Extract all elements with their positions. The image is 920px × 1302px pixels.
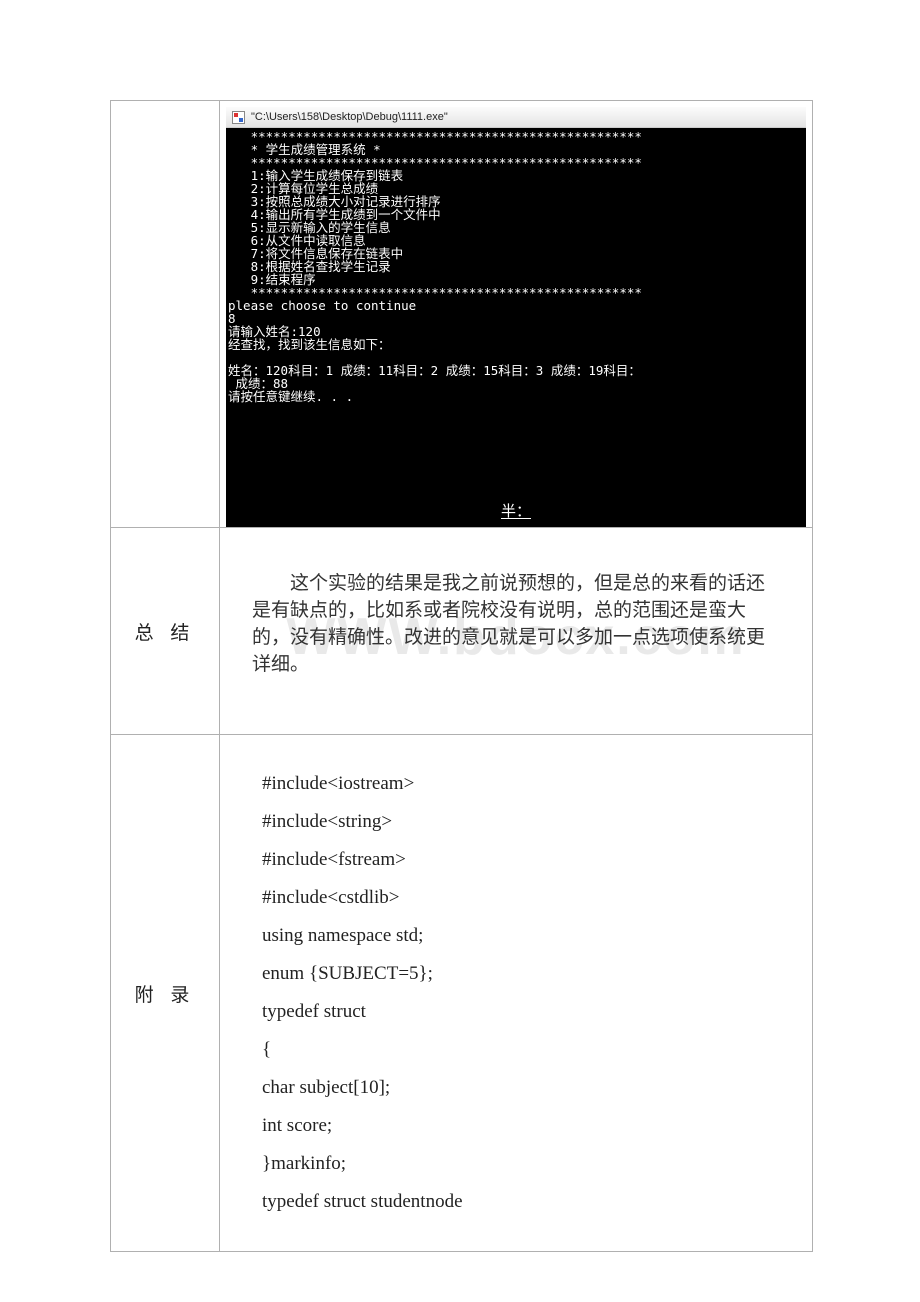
code-line: #include<cstdlib> — [262, 879, 784, 917]
label-summary: 总 结 — [111, 528, 220, 735]
code-line: }markinfo; — [262, 1145, 784, 1183]
console-body: ****************************************… — [226, 128, 806, 492]
row-summary: 总 结 WWW.bdocx.com 这个实验的结果是我之前说预想的，但是总的来看… — [111, 528, 813, 735]
row-appendix: 附 录 #include<iostream> #include<string> … — [111, 735, 813, 1252]
label-cell-empty — [111, 101, 220, 528]
summary-body: 这个实验的结果是我之前说预想的，但是总的来看的话还是有缺点的，比如系或者院校没有… — [252, 573, 765, 675]
label-appendix: 附 录 — [111, 735, 220, 1252]
page-container: "C:\Users\158\Desktop\Debug\1111.exe" **… — [0, 0, 920, 1252]
code-line: typedef struct — [262, 993, 784, 1031]
summary-text: 这个实验的结果是我之前说预想的，但是总的来看的话还是有缺点的，比如系或者院校没有… — [252, 570, 780, 678]
code-line: int score; — [262, 1107, 784, 1145]
console-result-1: 姓名：120科目：1 成绩：11科目：2 成绩：15科目：3 成绩：19科目： — [228, 363, 641, 378]
console-found: 经查找，找到该生信息如下： — [228, 337, 391, 352]
code-line: enum {SUBJECT=5}; — [262, 955, 784, 993]
code-line: #include<iostream> — [262, 765, 784, 803]
console-titlebar: "C:\Users\158\Desktop\Debug\1111.exe" — [226, 107, 806, 128]
code-line: using namespace std; — [262, 917, 784, 955]
code-line: char subject[10]; — [262, 1069, 784, 1107]
code-line: #include<string> — [262, 803, 784, 841]
document-table: "C:\Users\158\Desktop\Debug\1111.exe" **… — [110, 100, 813, 1252]
code-line: { — [262, 1031, 784, 1069]
console-cell: "C:\Users\158\Desktop\Debug\1111.exe" **… — [220, 101, 813, 528]
console-window: "C:\Users\158\Desktop\Debug\1111.exe" **… — [226, 107, 806, 527]
summary-cell: WWW.bdocx.com 这个实验的结果是我之前说预想的，但是总的来看的话还是… — [220, 528, 813, 735]
console-title: "C:\Users\158\Desktop\Debug\1111.exe" — [251, 111, 448, 123]
console-app-icon — [232, 111, 245, 124]
code-block: #include<iostream> #include<string> #inc… — [262, 765, 784, 1221]
row-console: "C:\Users\158\Desktop\Debug\1111.exe" **… — [111, 101, 813, 528]
code-line: typedef struct studentnode — [262, 1183, 784, 1221]
console-prompt: please choose to continue — [228, 298, 416, 313]
code-cell: #include<iostream> #include<string> #inc… — [220, 735, 813, 1252]
console-press-any-key: 请按任意键继续. . . — [228, 389, 353, 404]
code-line: #include<fstream> — [262, 841, 784, 879]
console-footer: 半： — [226, 492, 806, 527]
